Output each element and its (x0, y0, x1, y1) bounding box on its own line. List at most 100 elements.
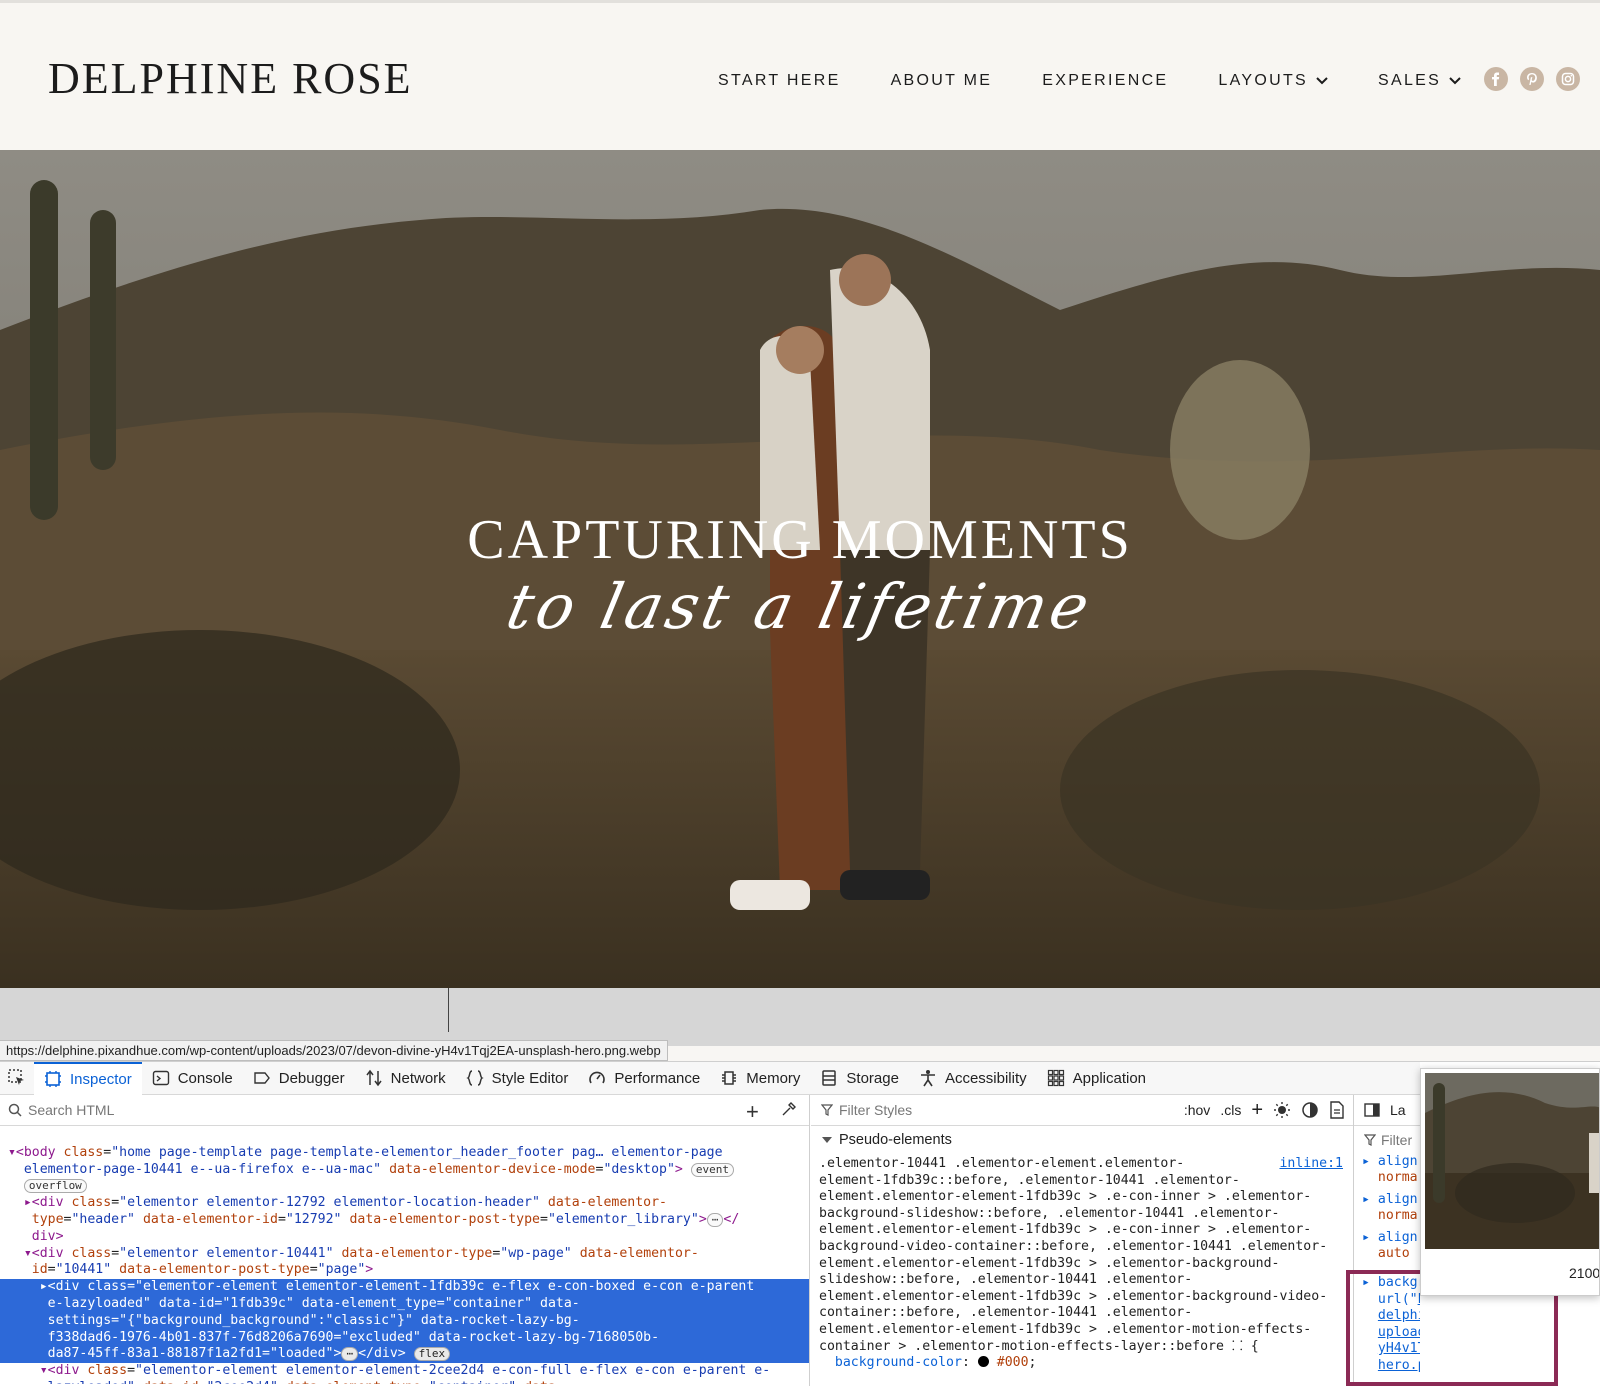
nav-label: SALES (1378, 72, 1442, 89)
css-rule[interactable]: .elementor-10441 .elementor-element.elem… (811, 1154, 1353, 1374)
tab-debugger[interactable]: Debugger (243, 1062, 355, 1095)
tab-application[interactable]: Application (1037, 1062, 1156, 1095)
tree-line-selected[interactable]: f338dad6-1976-4b01-837f-76d8206a7690="ex… (0, 1329, 809, 1347)
storage-icon (820, 1069, 838, 1087)
chip-icon (720, 1069, 738, 1087)
nav-label: START HERE (718, 72, 841, 89)
pseudo-elements-toggle[interactable]: Pseudo-elements (811, 1126, 1353, 1154)
tree-line-selected[interactable]: settings="{"background_background":"clas… (0, 1312, 809, 1330)
braces-icon (465, 1069, 484, 1087)
tab-network[interactable]: Network (355, 1062, 456, 1095)
pinterest-icon[interactable] (1520, 67, 1544, 91)
hero-banner: CAPTURING MOMENTS to last a lifetime (0, 150, 1600, 988)
filter-styles[interactable]: Filter Styles :hov .cls + (811, 1095, 1353, 1126)
rules-pane: Filter Styles :hov .cls + Pseudo-element… (811, 1095, 1353, 1386)
tab-label: Application (1072, 1069, 1147, 1087)
tab-console[interactable]: Console (142, 1062, 243, 1095)
tree-line-selected[interactable]: da87-45ff-83a1-88187f1a2fd1="loaded"> ⋯ </… (0, 1346, 809, 1364)
filter-styles-input[interactable]: Filter Styles (839, 1102, 912, 1118)
tree-line[interactable]: div> (0, 1229, 809, 1246)
filter-icon (821, 1104, 833, 1116)
hero-script: to last a lifetime (500, 570, 1100, 643)
computed-filter-label: Filter (1381, 1132, 1413, 1148)
tree-line[interactable]: ▸<div class="elementor elementor-12792 e… (0, 1195, 809, 1212)
tree-line-selected[interactable]: e-lazyloaded" data-id="1fdb39c" data-ele… (0, 1295, 809, 1313)
tree-line[interactable]: elementor-page-10441 e--ua-firefox e--ua… (0, 1162, 809, 1179)
site-header: DELPHINE ROSE START HERE ABOUT ME EXPERI… (0, 0, 1600, 150)
inspector-icon (44, 1070, 62, 1088)
tab-label: Memory (746, 1069, 801, 1087)
element-picker-icon[interactable] (0, 1062, 34, 1095)
dark-theme-icon[interactable] (1301, 1101, 1319, 1119)
tab-storage[interactable]: Storage (810, 1062, 909, 1095)
tab-accessibility[interactable]: Accessibility (909, 1062, 1037, 1095)
tab-label: Style Editor (491, 1069, 569, 1087)
tab-inspector[interactable]: Inspector (34, 1061, 142, 1095)
console-icon (152, 1069, 170, 1087)
nav-start-here[interactable]: START HERE (718, 69, 841, 93)
tab-label: Performance (614, 1069, 701, 1087)
search-html[interactable]: Search HTML + (0, 1095, 809, 1126)
facebook-icon[interactable] (1484, 67, 1508, 91)
computed-prop[interactable]: ▸ align norma (1354, 1154, 1420, 1186)
html-tree: ▾<body class="home page-template page-te… (0, 1126, 809, 1384)
layout-tab-label: La (1390, 1102, 1406, 1118)
tab-memory[interactable]: Memory (710, 1062, 810, 1095)
rule-source-link[interactable]: inline:1 (1279, 1156, 1343, 1173)
nav-label: LAYOUTS (1218, 72, 1309, 89)
sidebar-toggle-icon[interactable] (1364, 1103, 1380, 1117)
nav-sales[interactable]: SALES (1378, 69, 1461, 93)
devtools-tabbar: Inspector Console Debugger Network Style… (0, 1061, 1420, 1095)
preview-image (1425, 1073, 1599, 1249)
network-icon (365, 1069, 383, 1087)
light-theme-icon[interactable] (1273, 1101, 1291, 1119)
tab-label: Accessibility (944, 1069, 1027, 1087)
print-media-icon[interactable] (1329, 1101, 1345, 1119)
layout-tab[interactable]: La (1354, 1095, 1420, 1126)
tab-label: Storage (846, 1069, 899, 1087)
search-html-input[interactable]: Search HTML (28, 1102, 114, 1118)
tree-line[interactable]: ▾<body class="home page-template page-te… (0, 1145, 809, 1162)
search-icon (8, 1103, 22, 1117)
add-node-icon[interactable]: + (746, 1099, 759, 1125)
hov-toggle[interactable]: :hov (1184, 1102, 1210, 1118)
nav-label: ABOUT ME (890, 72, 993, 89)
nav-experience[interactable]: EXPERIENCE (1042, 69, 1168, 93)
filter-icon (1364, 1134, 1376, 1146)
tab-label: Inspector (70, 1070, 132, 1088)
nav-layouts[interactable]: LAYOUTS (1218, 69, 1328, 93)
html-tree-pane: Search HTML + ▾<body class="home page-te… (0, 1095, 810, 1386)
cls-toggle[interactable]: .cls (1220, 1102, 1241, 1118)
tree-line-selected[interactable]: ▸<div class="elementor-element elementor… (0, 1279, 809, 1296)
nav-about-me[interactable]: ABOUT ME (891, 69, 993, 93)
rules-toolbar: :hov .cls + (1184, 1100, 1345, 1120)
tab-style-editor[interactable]: Style Editor (456, 1062, 579, 1095)
tree-line[interactable]: overflow (0, 1178, 809, 1195)
image-preview-tooltip: 2100 (1420, 1068, 1600, 1296)
add-rule-icon[interactable]: + (1251, 1100, 1263, 1120)
site-logo[interactable]: DELPHINE ROSE (48, 53, 413, 104)
grid-icon (1047, 1069, 1065, 1087)
status-url: https://delphine.pixandhue.com/wp-conten… (0, 1040, 668, 1061)
hero-title: CAPTURING MOMENTS (467, 509, 1133, 571)
preview-dimensions: 2100 (1569, 1265, 1600, 1281)
tree-line[interactable]: ▾<div class="elementor elementor-10441" … (0, 1246, 809, 1263)
tree-line[interactable]: lazyloaded" data-id="2cee2d4" data-eleme… (0, 1380, 809, 1384)
accessibility-icon (919, 1069, 937, 1087)
eyedropper-icon[interactable] (780, 1102, 796, 1118)
instagram-icon[interactable] (1556, 67, 1580, 91)
tab-label: Network (390, 1069, 446, 1087)
tree-line[interactable]: ▾<div class="elementor-element elementor… (0, 1363, 809, 1380)
gauge-icon (588, 1069, 606, 1087)
computed-filter[interactable]: Filter (1354, 1126, 1420, 1154)
tab-performance[interactable]: Performance (578, 1062, 710, 1095)
main-nav: START HERE ABOUT ME EXPERIENCE LAYOUTS S… (718, 69, 1511, 93)
chevron-down-icon (1449, 77, 1461, 85)
computed-prop[interactable]: ▸ align auto (1354, 1230, 1420, 1262)
chevron-down-icon (822, 1137, 832, 1143)
tree-line[interactable]: type="header" data-elementor-id="12792" … (0, 1212, 809, 1229)
tab-label: Debugger (278, 1069, 345, 1087)
tree-line[interactable]: id="10441" data-elementor-post-type="pag… (0, 1262, 809, 1279)
chevron-down-icon (1316, 77, 1328, 85)
computed-prop[interactable]: ▸ align norma (1354, 1192, 1420, 1224)
